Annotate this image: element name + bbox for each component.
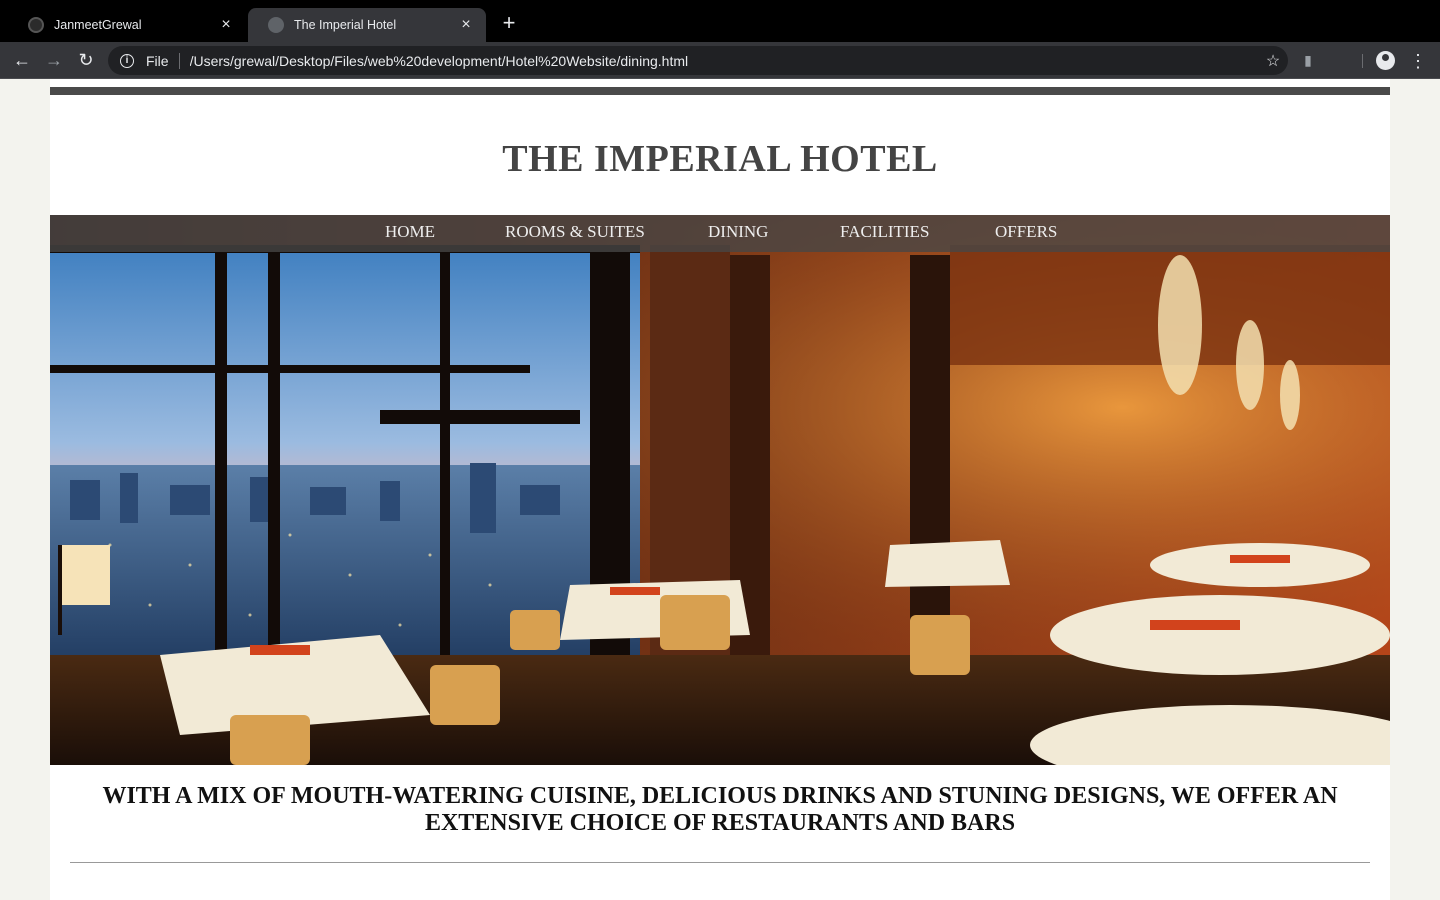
hero-image bbox=[50, 215, 1390, 765]
tab-title: The Imperial Hotel bbox=[294, 18, 397, 32]
new-tab-icon[interactable]: + bbox=[498, 12, 520, 34]
profile-avatar-icon[interactable] bbox=[1376, 51, 1395, 70]
scheme-label: File bbox=[146, 52, 169, 69]
bookmark-star-icon[interactable]: ☆ bbox=[1258, 51, 1288, 71]
reload-icon[interactable]: ↻ bbox=[74, 48, 98, 72]
nav-dining[interactable]: DINING bbox=[708, 222, 768, 242]
github-icon bbox=[28, 17, 44, 33]
nav-offers[interactable]: OFFERS bbox=[995, 222, 1057, 242]
dining-tagline: WITH A MIX OF MOUTH-WATERING CUISINE, DE… bbox=[102, 783, 1338, 836]
nav-rooms-suites[interactable]: ROOMS & SUITES bbox=[505, 222, 645, 242]
section-divider bbox=[70, 862, 1370, 863]
globe-icon bbox=[268, 17, 284, 33]
browser-toolbar: ← → ↻ i File /Users/grewal/Desktop/Files… bbox=[0, 42, 1440, 79]
nav-home[interactable]: HOME bbox=[385, 222, 435, 242]
tab-janmeetgrewal[interactable]: JanmeetGrewal × bbox=[8, 8, 246, 42]
forward-arrow-icon[interactable]: → bbox=[42, 48, 66, 72]
address-divider bbox=[178, 52, 180, 69]
nav-facilities[interactable]: FACILITIES bbox=[840, 222, 929, 242]
info-icon[interactable]: i bbox=[120, 53, 134, 68]
restaurant-illustration bbox=[50, 215, 1390, 765]
back-arrow-icon[interactable]: ← bbox=[10, 48, 34, 72]
browser-tabstrip: JanmeetGrewal × The Imperial Hotel × + bbox=[0, 0, 1440, 42]
close-icon[interactable]: × bbox=[458, 16, 474, 34]
toolbar-divider bbox=[1362, 54, 1363, 68]
address-bar[interactable]: i File /Users/grewal/Desktop/Files/web%2… bbox=[108, 46, 1288, 75]
more-menu-icon[interactable]: ⋮ bbox=[1408, 49, 1428, 73]
main-nav: HOME ROOMS & SUITES DINING FACILITIES OF… bbox=[50, 215, 1390, 252]
url-text[interactable]: /Users/grewal/Desktop/Files/web%20develo… bbox=[190, 53, 1258, 69]
tab-title: JanmeetGrewal bbox=[54, 18, 142, 32]
extension-icon[interactable]: ▮ bbox=[1300, 52, 1316, 70]
site-title: THE IMPERIAL HOTEL bbox=[502, 138, 938, 180]
tab-imperial-hotel[interactable]: The Imperial Hotel × bbox=[248, 8, 486, 42]
close-icon[interactable]: × bbox=[218, 16, 234, 34]
top-border-bar bbox=[50, 87, 1390, 95]
page-container: THE IMPERIAL HOTEL HOME ROOMS & SUITES D… bbox=[50, 79, 1390, 900]
